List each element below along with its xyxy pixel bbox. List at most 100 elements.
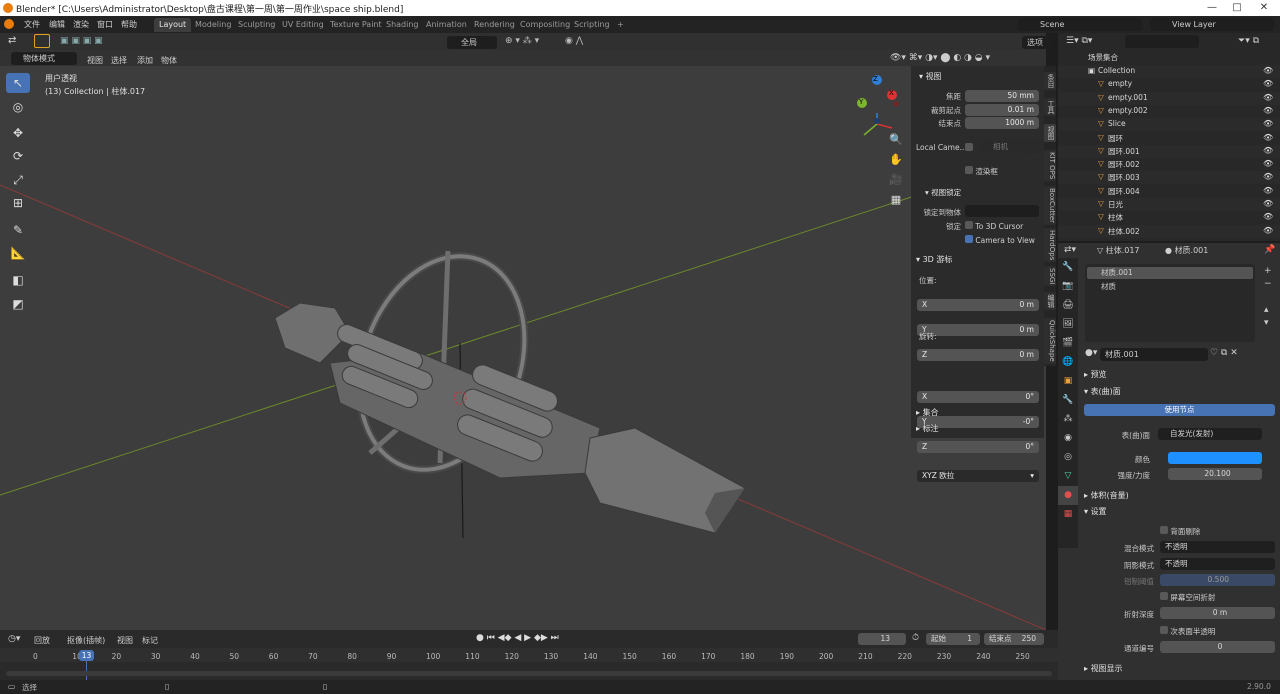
collection-section-header[interactable]: ▸ 集合 bbox=[916, 407, 939, 418]
settings-panel-header[interactable]: ▾ 设置 bbox=[1084, 506, 1107, 517]
cursor-loc-z[interactable]: Z0 m bbox=[917, 349, 1039, 361]
view-layer-selector[interactable]: View Layer bbox=[1150, 18, 1274, 31]
menu-render[interactable]: 渲染 bbox=[73, 19, 89, 30]
annotate-tool-icon[interactable]: ✎ bbox=[6, 220, 30, 240]
sss-toggle[interactable]: 次表面半透明 bbox=[1160, 626, 1215, 637]
stopwatch-icon[interactable]: ⏱ bbox=[912, 633, 919, 643]
pass-index-field[interactable]: 0 bbox=[1160, 641, 1275, 653]
clip-threshold-field[interactable]: 0.500 bbox=[1160, 574, 1275, 586]
outliner-item[interactable]: ▣ Collection 👁 bbox=[1058, 65, 1280, 78]
tool-tab-icon[interactable]: 🔧 bbox=[1058, 258, 1078, 277]
viewport-display-header[interactable]: ▸ 视图显示 bbox=[1084, 663, 1123, 674]
start-frame-field[interactable]: 起始 1 bbox=[926, 633, 980, 645]
outliner-item[interactable]: ▽ 柱体.002 👁 bbox=[1058, 224, 1280, 238]
3d-cursor-section-header[interactable]: ▾ 3D 游标 bbox=[916, 254, 952, 265]
slot-buttons[interactable]: + − ▴ ▾ bbox=[1264, 265, 1272, 330]
view-section-header[interactable]: ▾ 视图 bbox=[919, 71, 942, 82]
outliner-item[interactable]: ▽ Slice 👁 bbox=[1058, 118, 1280, 132]
tab-edit[interactable]: 编辑 bbox=[1044, 292, 1056, 310]
render-border-toggle[interactable]: 渲染框 bbox=[965, 166, 998, 177]
cursor-loc-x[interactable]: X0 m bbox=[917, 299, 1039, 311]
tab-uv-editing[interactable]: UV Editing bbox=[277, 18, 329, 32]
outliner-item[interactable]: ▽ 圆环.001 👁 bbox=[1058, 144, 1280, 158]
visibility-eye-icon[interactable]: 👁 bbox=[1263, 133, 1273, 142]
visibility-eye-icon[interactable]: 👁 bbox=[1263, 119, 1273, 128]
tab-animation[interactable]: Animation bbox=[421, 18, 472, 32]
pan-hand-icon[interactable]: ✋ bbox=[889, 150, 903, 170]
emission-color-swatch[interactable] bbox=[1168, 452, 1262, 464]
blender-menu-icon[interactable] bbox=[4, 19, 14, 29]
outliner-item[interactable]: ▽ 日光 👁 bbox=[1058, 198, 1280, 211]
outliner-item[interactable]: ▽ 圆环.003 👁 bbox=[1058, 171, 1280, 185]
visibility-eye-icon[interactable]: 👁 bbox=[1263, 186, 1273, 195]
gizmo-z-label[interactable]: Z bbox=[873, 75, 878, 83]
material-tab-icon[interactable]: ● bbox=[1058, 486, 1078, 505]
transform-orientation-select[interactable]: 全局 bbox=[447, 36, 497, 49]
viewport-display-icons[interactable]: 👁▾ ⌘▾ ◑▾ ⬤ ◐ ◑ ◒ ▾ bbox=[890, 53, 990, 63]
strength-field[interactable]: 20.100 bbox=[1168, 468, 1262, 480]
tab-compositing[interactable]: Compositing bbox=[515, 18, 575, 32]
vp-menu-add[interactable]: 添加 bbox=[137, 55, 153, 66]
particles-tab-icon[interactable]: ⁂ bbox=[1058, 410, 1078, 429]
tab-layout[interactable]: Layout bbox=[154, 18, 192, 32]
tab-tool[interactable]: 工具 bbox=[1044, 98, 1056, 116]
scene-tab-icon[interactable]: 🎬 bbox=[1058, 334, 1078, 353]
local-camera-checkbox[interactable] bbox=[965, 143, 973, 151]
editor-type-icon[interactable]: ⇄ bbox=[8, 35, 16, 46]
add-workspace-button[interactable]: + bbox=[612, 18, 629, 32]
outliner-search-input[interactable] bbox=[1125, 35, 1199, 48]
3d-viewport[interactable] bbox=[0, 33, 1046, 630]
cursor-tool-icon[interactable]: ◎ bbox=[6, 97, 30, 117]
measure-tool-icon[interactable]: 📐 bbox=[6, 243, 30, 263]
outliner-editor-icon[interactable]: ☰▾ ⧉▾ bbox=[1066, 36, 1092, 46]
visibility-eye-icon[interactable]: 👁 bbox=[1263, 212, 1273, 221]
visibility-eye-icon[interactable]: 👁 bbox=[1263, 146, 1273, 155]
maximize-button[interactable]: □ bbox=[1225, 0, 1249, 16]
view-lock-header[interactable]: ▾ 视图锁定 bbox=[925, 187, 961, 198]
backface-culling-toggle[interactable]: 背面剔除 bbox=[1160, 526, 1200, 537]
visibility-eye-icon[interactable]: 👁 bbox=[1263, 159, 1273, 168]
visibility-eye-icon[interactable]: 👁 bbox=[1263, 199, 1273, 208]
playback-controls[interactable]: ● ⏮ ◀◆ ◀ ▶ ◆▶ ⏭ bbox=[476, 633, 559, 643]
timeline-menu-keying[interactable]: 抠像(插帧) bbox=[67, 635, 105, 646]
end-frame-field[interactable]: 结束点 250 bbox=[984, 633, 1044, 645]
ortho-grid-icon[interactable]: ▦ bbox=[889, 190, 903, 210]
scene-selector[interactable]: Scene bbox=[1018, 18, 1142, 31]
data-tab-icon[interactable]: ▽ bbox=[1058, 467, 1078, 486]
minimize-button[interactable]: — bbox=[1200, 0, 1224, 16]
surface-shader-field[interactable]: 自发光(发射) bbox=[1158, 428, 1262, 440]
timeline-menu-view[interactable]: 视图 bbox=[117, 635, 133, 646]
pivot-snap-icons[interactable]: ⊕ ▾ ⁂ ▾ bbox=[505, 36, 539, 46]
mode-select[interactable]: 物体模式 bbox=[11, 52, 77, 65]
visibility-eye-icon[interactable]: 👁 bbox=[1263, 79, 1273, 88]
world-tab-icon[interactable]: 🌐 bbox=[1058, 353, 1078, 372]
refraction-depth-field[interactable]: 0 m bbox=[1160, 607, 1275, 619]
material-datablock[interactable]: 材质.001 bbox=[1100, 348, 1208, 361]
menu-window[interactable]: 窗口 bbox=[97, 19, 113, 30]
material-fake-user-icons[interactable]: ♡ ⧉ ✕ bbox=[1210, 348, 1238, 358]
outliner-item[interactable]: ▽ 柱体 👁 bbox=[1058, 211, 1280, 224]
visibility-eye-icon[interactable]: 👁 bbox=[1263, 226, 1273, 235]
clip-end-field[interactable]: 1000 m bbox=[965, 117, 1039, 129]
tab-modeling[interactable]: Modeling bbox=[190, 18, 236, 32]
outliner-item[interactable]: ▽ 圆环 👁 bbox=[1058, 132, 1280, 145]
to-3d-cursor-toggle[interactable]: To 3D Cursor bbox=[965, 221, 1023, 231]
tab-quickshape[interactable]: QuickShape bbox=[1044, 318, 1056, 364]
add-cube-tool-icon[interactable]: ◧ bbox=[6, 270, 30, 290]
clip-start-field[interactable]: 0.01 m bbox=[965, 104, 1039, 116]
gizmo-y-label[interactable]: Y bbox=[859, 98, 863, 106]
move-tool-icon[interactable]: ✥ bbox=[6, 123, 30, 143]
constraints-tab-icon[interactable]: ◎ bbox=[1058, 448, 1078, 467]
ssr-toggle[interactable]: 屏幕空间折射 bbox=[1160, 592, 1215, 603]
tab-sculpting[interactable]: Sculpting bbox=[233, 18, 280, 32]
tab-rendering[interactable]: Rendering bbox=[469, 18, 520, 32]
texture-tab-icon[interactable]: ▦ bbox=[1058, 505, 1078, 524]
blend-mode-select[interactable]: 不透明 bbox=[1160, 541, 1275, 553]
tab-boxcutter[interactable]: BoxCutter bbox=[1044, 186, 1056, 226]
camera-field[interactable]: 相机 bbox=[979, 141, 1041, 153]
cursor-rot-z[interactable]: Z 0° bbox=[917, 441, 1039, 453]
lock-object-field[interactable] bbox=[965, 205, 1039, 217]
select-box-icon[interactable] bbox=[34, 34, 50, 48]
properties-editor-icon[interactable]: ⇄▾ bbox=[1064, 245, 1076, 255]
surface-panel-header[interactable]: ▾ 表(曲)面 bbox=[1084, 386, 1121, 397]
